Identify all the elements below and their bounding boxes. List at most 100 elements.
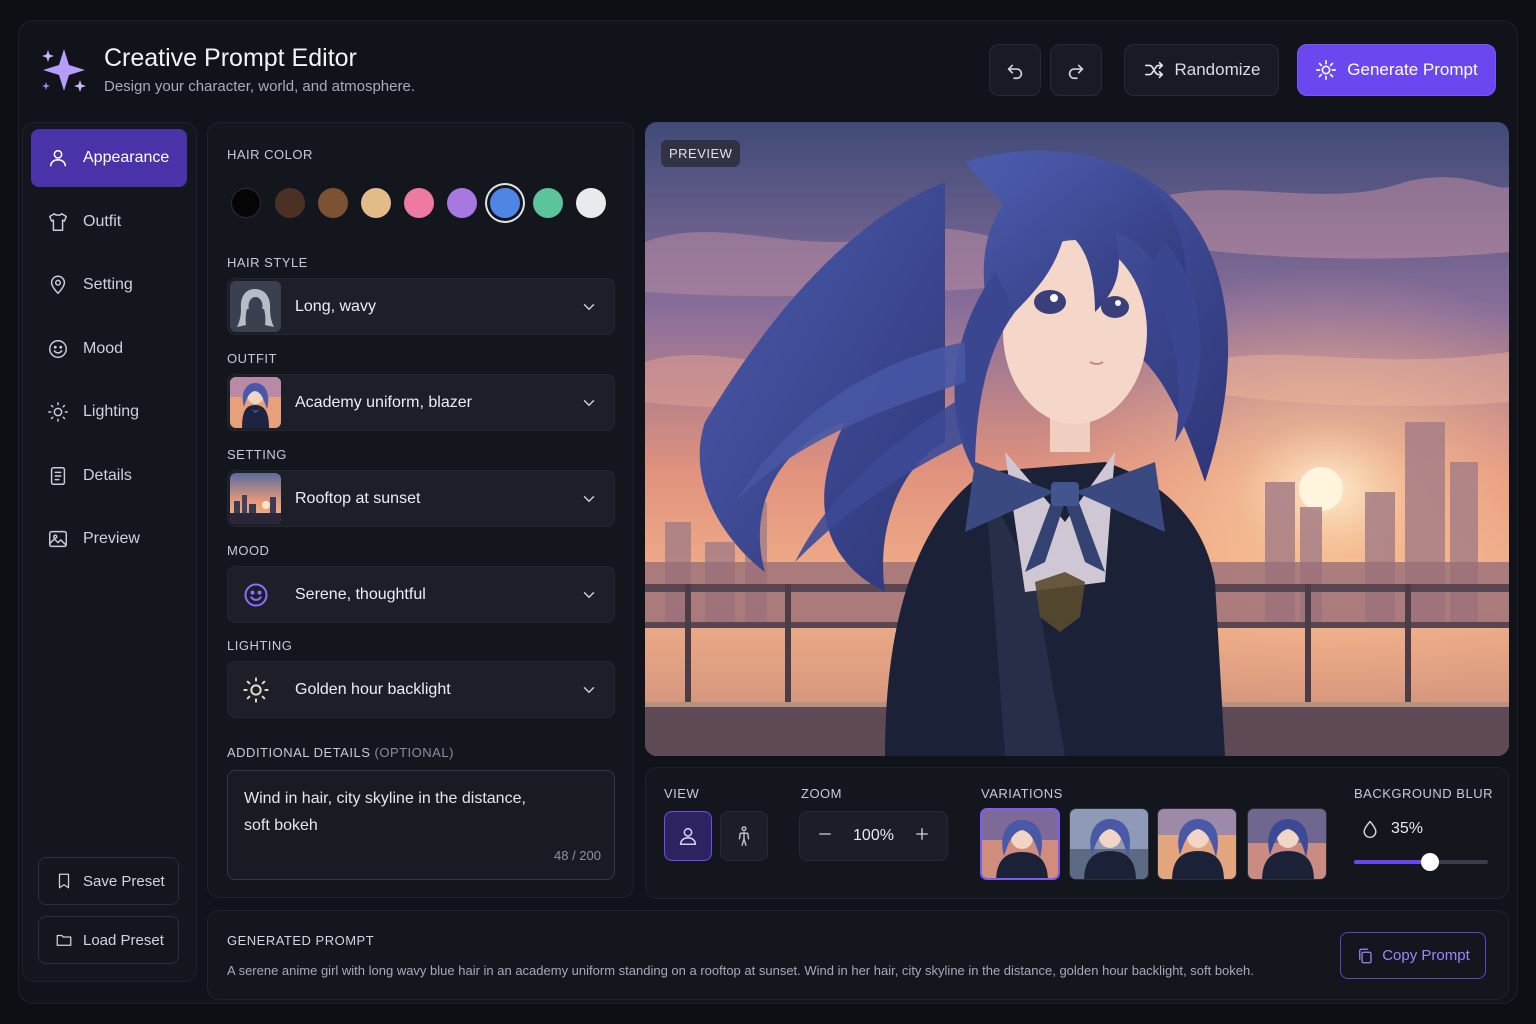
randomize-label: Randomize	[1174, 60, 1261, 79]
image-icon	[49, 530, 67, 548]
slider-handle[interactable]	[1421, 853, 1440, 871]
hair-color-swatch-black[interactable]	[231, 188, 261, 218]
sidebar-item-lighting[interactable]: Lighting	[31, 383, 187, 441]
chevron-down-icon	[583, 495, 595, 502]
lighting-value: Golden hour backlight	[295, 680, 451, 698]
variation-thumbnail-2[interactable]	[1069, 808, 1149, 880]
sidebar-item-mood[interactable]: Mood	[31, 320, 187, 378]
view-label: VIEW	[664, 786, 700, 801]
mood-select[interactable]: Serene, thoughtful	[227, 566, 615, 623]
setting-label: SETTING	[227, 447, 287, 462]
sidebar-item-label: Outfit	[83, 213, 122, 230]
hair-style-select[interactable]: Long, wavy	[227, 278, 615, 335]
smile-icon	[244, 583, 267, 606]
user-icon	[49, 149, 67, 167]
hair-color-label: HAIR COLOR	[227, 147, 313, 162]
hair-color-swatch-dark-brown[interactable]	[275, 188, 305, 218]
shirt-icon	[49, 213, 67, 231]
setting-select[interactable]: Rooftop at sunset	[227, 470, 615, 527]
setting-thumbnail	[230, 473, 281, 524]
map-pin-icon	[50, 275, 66, 295]
mood-icon-wrap	[230, 569, 281, 620]
background-blur-value: 35%	[1391, 820, 1424, 837]
chevron-down-icon	[583, 686, 595, 693]
details-text-line-2: soft bokeh	[244, 817, 318, 834]
sidebar-item-details[interactable]: Details	[31, 447, 187, 505]
document-icon	[50, 467, 66, 485]
sidebar-item-label: Preview	[83, 530, 140, 547]
plus-icon	[916, 827, 928, 840]
anime-girl-illustration	[645, 122, 1509, 756]
preview-tools-panel: VIEW ZOOM 100% VARIATIONS BACKGROUND BLU…	[645, 767, 1509, 899]
save-preset-label: Save Preset	[83, 872, 165, 890]
sidebar-item-label: Appearance	[83, 149, 170, 166]
full-body-icon	[738, 826, 750, 846]
view-full-body-button[interactable]	[720, 811, 768, 861]
redo-icon	[1068, 64, 1084, 80]
chevron-down-icon	[583, 399, 595, 406]
hair-color-swatch-blue[interactable]	[490, 188, 520, 218]
sidebar-item-label: Lighting	[83, 403, 140, 420]
randomize-button[interactable]: Randomize	[1124, 44, 1279, 96]
background-blur-slider[interactable]	[1354, 853, 1488, 871]
additional-details-label: ADDITIONAL DETAILS (OPTIONAL)	[227, 745, 454, 760]
hair-color-swatch-green[interactable]	[533, 188, 563, 218]
setting-value: Rooftop at sunset	[295, 489, 421, 507]
sparkle-sun-icon	[1316, 60, 1337, 80]
view-portrait-button[interactable]	[664, 811, 712, 861]
generate-prompt-button[interactable]: Generate Prompt	[1297, 44, 1496, 96]
outfit-label: OUTFIT	[227, 351, 277, 366]
mood-value: Serene, thoughtful	[295, 585, 426, 603]
preview-image: PREVIEW	[645, 122, 1509, 756]
smile-icon	[49, 340, 67, 358]
zoom-out-button[interactable]	[816, 825, 834, 848]
outfit-value: Academy uniform, blazer	[295, 393, 472, 411]
copy-prompt-button[interactable]: Copy Prompt	[1340, 932, 1486, 979]
sun-icon	[242, 676, 269, 703]
hair-color-swatch-white[interactable]	[576, 188, 606, 218]
character-counter: 48 / 200	[554, 848, 601, 863]
lighting-select[interactable]: Golden hour backlight	[227, 661, 615, 718]
hair-style-value: Long, wavy	[295, 297, 376, 315]
sidebar-item-setting[interactable]: Setting	[31, 256, 187, 314]
undo-button[interactable]	[989, 44, 1041, 96]
sidebar-item-preview[interactable]: Preview	[31, 510, 187, 568]
copy-icon	[1359, 948, 1372, 963]
zoom-control: 100%	[799, 811, 948, 861]
hair-color-swatch-pink[interactable]	[404, 188, 434, 218]
background-blur-label: BACKGROUND BLUR	[1354, 786, 1493, 801]
outfit-thumbnail	[230, 377, 281, 428]
hair-style-label: HAIR STYLE	[227, 255, 308, 270]
variation-thumbnail-1[interactable]	[980, 808, 1060, 880]
folder-icon	[56, 934, 72, 946]
hair-color-swatch-brown[interactable]	[318, 188, 348, 218]
outfit-select[interactable]: Academy uniform, blazer	[227, 374, 615, 431]
sidebar: Appearance Outfit Setting Mood Lighting …	[22, 122, 197, 982]
sidebar-item-outfit[interactable]: Outfit	[31, 193, 187, 251]
sidebar-item-label: Mood	[83, 340, 124, 357]
zoom-value: 100%	[853, 827, 894, 844]
bookmark-icon	[58, 873, 70, 889]
redo-button[interactable]	[1050, 44, 1102, 96]
hair-style-thumbnail	[230, 281, 281, 332]
variation-thumbnail-4[interactable]	[1247, 808, 1327, 880]
save-preset-button[interactable]: Save Preset	[38, 857, 179, 905]
sidebar-item-appearance[interactable]: Appearance	[31, 129, 187, 187]
shuffle-icon	[1144, 61, 1163, 79]
portrait-icon	[679, 827, 697, 846]
lighting-icon-wrap	[230, 664, 281, 715]
droplet-icon	[1363, 820, 1377, 839]
generate-prompt-label: Generate Prompt	[1347, 60, 1478, 79]
slider-fill	[1354, 860, 1431, 864]
zoom-in-button[interactable]	[913, 825, 931, 848]
load-preset-button[interactable]: Load Preset	[38, 916, 179, 964]
minus-icon	[819, 832, 831, 835]
mood-label: MOOD	[227, 543, 270, 558]
controls-panel: HAIR COLOR HAIR STYLE Long, wavy OUTFIT	[207, 122, 634, 898]
hair-color-swatch-purple[interactable]	[447, 188, 477, 218]
variation-thumbnail-3[interactable]	[1157, 808, 1237, 880]
additional-details-textarea[interactable]: Wind in hair, city skyline in the distan…	[227, 770, 615, 880]
copy-prompt-label: Copy Prompt	[1382, 947, 1470, 964]
additional-details-label-text: ADDITIONAL DETAILS	[227, 745, 371, 760]
hair-color-swatch-blonde[interactable]	[361, 188, 391, 218]
